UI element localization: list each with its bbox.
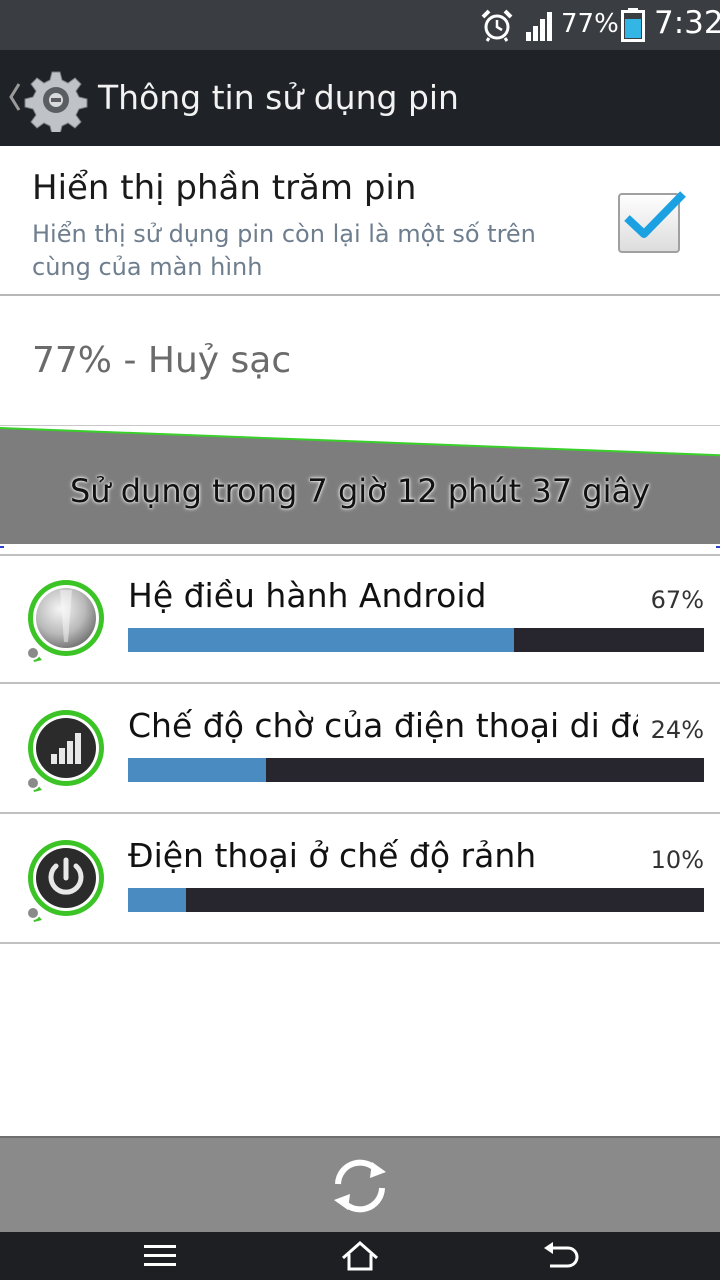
alarm-clock-icon [481,9,513,42]
usage-duration: Sử dụng trong 7 giờ 12 phút 37 giây [69,472,651,510]
usage-item-percent: 10% [650,846,704,874]
android-os-icon [26,580,104,662]
usage-bar-track [128,888,704,912]
graph-end-marker [716,546,720,548]
usage-item-phone-idle[interactable]: Điện thoại ở chế độ rảnh 10% [0,816,720,944]
settings-gear-icon[interactable] [24,68,88,132]
usage-item-name: Hệ điều hành Android [128,576,487,615]
charge-status-text: 77% - Huỷ sạc [32,340,292,381]
refresh-icon[interactable] [324,1150,396,1222]
page-title: Thông tin sử dụng pin [98,78,459,117]
menu-icon[interactable] [140,1238,180,1274]
usage-bar-fill [128,758,267,782]
usage-bar-track [128,758,704,782]
usage-item-cell-standby[interactable]: Chế độ chờ của điện thoại di động 24% [0,686,720,814]
bottom-action-bar [0,1136,720,1232]
charge-status-row: 77% - Huỷ sạc [0,298,720,426]
status-bar: 77% 7:32 [0,0,720,50]
graph-start-marker [0,546,4,548]
usage-item-name: Điện thoại ở chế độ rảnh [128,836,537,875]
usage-item-android-os[interactable]: Hệ điều hành Android 67% [0,556,720,684]
battery-percent-text: 77% [561,9,619,39]
usage-item-percent: 24% [650,716,704,744]
battery-history-graph[interactable]: Sử dụng trong 7 giờ 12 phút 37 giây [0,426,720,554]
usage-item-name: Chế độ chờ của điện thoại di động [128,706,638,745]
cell-standby-icon [26,710,104,792]
back-icon[interactable] [540,1238,580,1274]
action-bar: Thông tin sử dụng pin [0,50,720,146]
usage-bar-fill [128,628,514,652]
home-icon[interactable] [340,1238,380,1274]
usage-bar-track [128,628,704,652]
usage-item-percent: 67% [650,586,704,614]
back-chevron-icon[interactable] [8,80,22,114]
usage-bar-fill [128,888,186,912]
navigation-bar [0,1232,720,1280]
battery-percentage-setting-row[interactable]: Hiển thị phần trăm pin Hiển thị sử dụng … [0,146,720,296]
setting-title: Hiển thị phần trăm pin [32,168,417,208]
battery-icon [621,8,645,42]
phone-idle-power-icon [26,840,104,922]
battery-percentage-checkbox[interactable] [617,188,687,254]
setting-summary: Hiển thị sử dụng pin còn lại là một số t… [32,220,536,281]
signal-strength-icon [526,12,552,41]
clock-time: 7:32 [654,5,720,41]
